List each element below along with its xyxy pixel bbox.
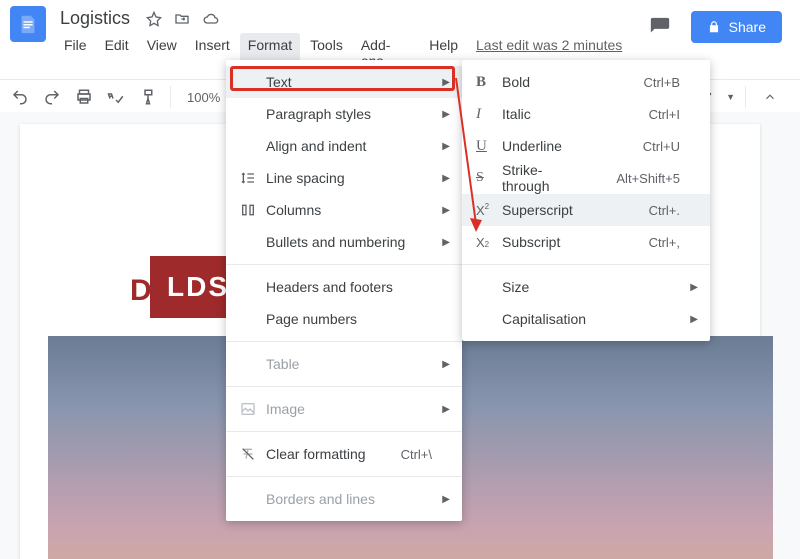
toolbar-separator bbox=[745, 86, 746, 108]
submenu-arrow-icon: ▶ bbox=[442, 173, 450, 184]
menu-separator bbox=[226, 386, 462, 387]
submenu-underline[interactable]: UUnderlineCtrl+U bbox=[462, 130, 710, 162]
submenu-capitalisation[interactable]: Capitalisation▶ bbox=[462, 303, 710, 335]
format-menu: Text▶ Paragraph styles▶ Align and indent… bbox=[226, 60, 462, 521]
star-icon[interactable] bbox=[146, 11, 162, 27]
submenu-superscript[interactable]: X2SuperscriptCtrl+. bbox=[462, 194, 710, 226]
comments-button[interactable] bbox=[643, 10, 677, 44]
menu-image: Image▶ bbox=[226, 393, 462, 425]
submenu-arrow-icon: ▶ bbox=[442, 141, 450, 152]
menu-separator bbox=[226, 431, 462, 432]
lock-icon bbox=[707, 20, 721, 34]
menu-line-spacing[interactable]: Line spacing▶ bbox=[226, 162, 462, 194]
spellcheck-button[interactable] bbox=[102, 83, 130, 111]
clear-format-icon bbox=[240, 446, 266, 462]
undo-button[interactable] bbox=[6, 83, 34, 111]
strikethrough-icon: S bbox=[476, 170, 502, 186]
submenu-arrow-icon: ▶ bbox=[442, 109, 450, 120]
submenu-bold[interactable]: BBoldCtrl+B bbox=[462, 66, 710, 98]
line-spacing-icon bbox=[240, 170, 266, 186]
menu-borders-lines: Borders and lines▶ bbox=[226, 483, 462, 515]
chevron-down-icon[interactable]: ▼ bbox=[726, 92, 735, 102]
toolbar-separator bbox=[170, 86, 171, 108]
subscript-icon: X2 bbox=[476, 235, 502, 250]
menu-align-indent[interactable]: Align and indent▶ bbox=[226, 130, 462, 162]
menu-page-numbers[interactable]: Page numbers bbox=[226, 303, 462, 335]
submenu-arrow-icon: ▶ bbox=[442, 359, 450, 370]
paint-format-button[interactable] bbox=[134, 83, 162, 111]
image-icon bbox=[240, 401, 266, 417]
logo-fragment: D bbox=[130, 274, 152, 308]
menu-headers-footers[interactable]: Headers and footers bbox=[226, 271, 462, 303]
document-title[interactable]: Logistics bbox=[56, 6, 134, 31]
superscript-icon: X2 bbox=[476, 203, 502, 218]
submenu-arrow-icon: ▶ bbox=[442, 494, 450, 505]
collapse-toolbar-button[interactable] bbox=[756, 83, 784, 111]
text-submenu: BBoldCtrl+B IItalicCtrl+I UUnderlineCtrl… bbox=[462, 60, 710, 341]
menu-file[interactable]: File bbox=[56, 33, 95, 73]
menu-separator bbox=[226, 341, 462, 342]
submenu-arrow-icon: ▶ bbox=[442, 237, 450, 248]
submenu-arrow-icon: ▶ bbox=[690, 314, 698, 325]
share-button[interactable]: Share bbox=[691, 11, 782, 43]
menu-paragraph-styles[interactable]: Paragraph styles▶ bbox=[226, 98, 462, 130]
submenu-strikethrough[interactable]: SStrike-throughAlt+Shift+5 bbox=[462, 162, 710, 194]
menu-separator bbox=[226, 264, 462, 265]
columns-icon bbox=[240, 202, 266, 218]
bold-icon: B bbox=[476, 74, 502, 91]
menu-bullets-numbering[interactable]: Bullets and numbering▶ bbox=[226, 226, 462, 258]
submenu-arrow-icon: ▶ bbox=[690, 282, 698, 293]
print-button[interactable] bbox=[70, 83, 98, 111]
menu-table: Table▶ bbox=[226, 348, 462, 380]
submenu-arrow-icon: ▶ bbox=[442, 77, 450, 88]
submenu-italic[interactable]: IItalicCtrl+I bbox=[462, 98, 710, 130]
menu-columns[interactable]: Columns▶ bbox=[226, 194, 462, 226]
menu-clear-formatting[interactable]: Clear formattingCtrl+\ bbox=[226, 438, 462, 470]
menu-text[interactable]: Text▶ bbox=[226, 66, 462, 98]
docs-logo-icon[interactable] bbox=[10, 6, 46, 42]
underline-icon: U bbox=[476, 138, 502, 155]
redo-button[interactable] bbox=[38, 83, 66, 111]
menu-separator bbox=[462, 264, 710, 265]
menu-edit[interactable]: Edit bbox=[97, 33, 137, 73]
submenu-arrow-icon: ▶ bbox=[442, 205, 450, 216]
cloud-saved-icon[interactable] bbox=[202, 11, 220, 27]
menu-view[interactable]: View bbox=[139, 33, 185, 73]
submenu-arrow-icon: ▶ bbox=[442, 404, 450, 415]
submenu-size[interactable]: Size▶ bbox=[462, 271, 710, 303]
share-label: Share bbox=[729, 19, 766, 35]
italic-icon: I bbox=[476, 106, 502, 123]
submenu-subscript[interactable]: X2SubscriptCtrl+, bbox=[462, 226, 710, 258]
move-folder-icon[interactable] bbox=[174, 11, 190, 27]
menu-separator bbox=[226, 476, 462, 477]
